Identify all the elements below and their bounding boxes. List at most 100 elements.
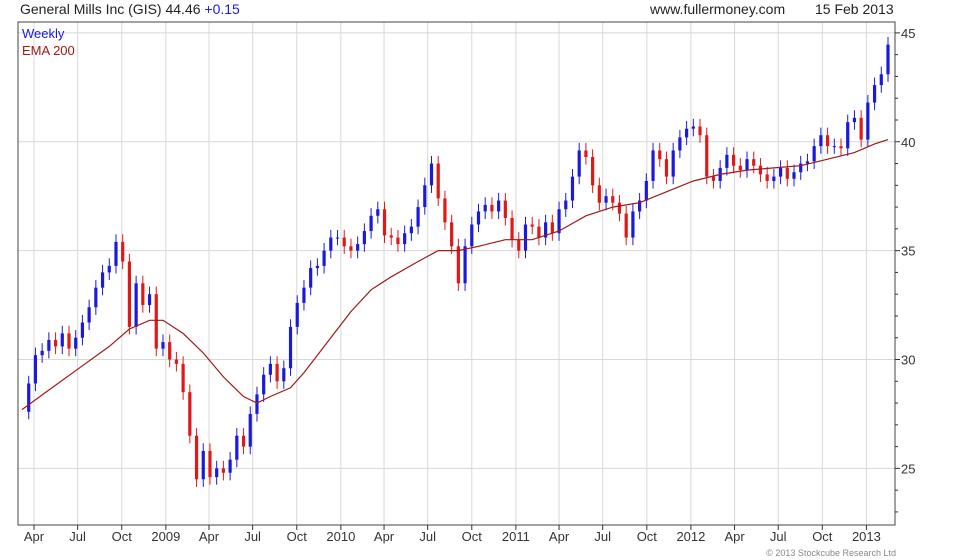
candle-body [550, 222, 554, 234]
candle-body [678, 137, 682, 151]
candle-body [456, 246, 460, 284]
candle-body [765, 174, 769, 181]
candle-body [335, 237, 340, 239]
candle-body [812, 146, 816, 162]
y-axis-ticks: 25 30 35 40 45 [895, 26, 915, 513]
candle-body [564, 200, 568, 210]
candle-body [725, 154, 729, 168]
ema-200-path [21, 139, 889, 411]
candle-body [342, 237, 346, 247]
candle-body [557, 209, 561, 234]
candle-body [570, 176, 575, 201]
x-axis-ticks: Apr Jul Oct 2009 Apr Jul Oct 2010 Apr Jul Oct 2011 A… [24, 525, 881, 544]
candle-body [215, 468, 219, 478]
candle-body [537, 226, 541, 238]
candle-body [651, 150, 655, 181]
x-tick-label: 2013 [852, 529, 881, 544]
x-tick-label: Oct [287, 529, 308, 544]
candle-body [409, 226, 413, 234]
candle-body [268, 363, 272, 375]
candle-body [53, 339, 58, 347]
candle-body [752, 159, 756, 166]
candle-body [778, 167, 783, 177]
candle-body [852, 117, 857, 123]
candle-body [503, 200, 507, 218]
candle-body [141, 283, 145, 306]
candle-body [463, 246, 467, 284]
candle-body [241, 435, 246, 447]
candle-body [866, 102, 870, 140]
candle-body [100, 272, 105, 288]
candle-body [235, 435, 239, 460]
candle-body [832, 146, 836, 148]
candle-body [523, 224, 528, 251]
x-tick-label: Apr [374, 529, 395, 544]
candle-body [188, 392, 192, 436]
legend-ema: EMA 200 [22, 43, 75, 58]
x-tick-label: 2012 [676, 529, 705, 544]
candle-body [611, 196, 615, 203]
candle-body [228, 459, 232, 473]
candle-body [624, 213, 628, 238]
candle-body [27, 383, 31, 412]
candle-body [47, 339, 51, 351]
candle-body [517, 239, 521, 251]
x-tick-label: Oct [112, 529, 133, 544]
price-candles [27, 37, 890, 487]
candle-body [262, 374, 266, 395]
candle-body [705, 135, 709, 177]
candle-body [127, 261, 132, 327]
y-tick-label: 40 [901, 135, 915, 150]
candle-body [450, 222, 454, 247]
candle-body [644, 180, 648, 201]
candle-body [369, 215, 373, 232]
copyright-notice: © 2013 Stockcube Research Ltd [766, 548, 896, 558]
candle-body [711, 176, 716, 181]
x-tick-label: Oct [462, 529, 483, 544]
y-tick-label: 25 [901, 461, 915, 476]
candle-body [208, 450, 212, 478]
candle-body [490, 204, 494, 212]
candle-body [658, 150, 662, 160]
candle-body [758, 165, 763, 175]
x-tick-label: Oct [637, 529, 658, 544]
candle-body [376, 209, 380, 216]
candle-body [194, 435, 199, 480]
candle-body [497, 200, 501, 212]
candle-body [443, 198, 447, 223]
candle-body [161, 342, 165, 349]
chart-title: General Mills Inc (GIS) 44.46 +0.15 [20, 1, 240, 17]
candle-body [275, 363, 279, 382]
grid-lines [18, 22, 895, 525]
candle-body [147, 294, 152, 306]
title-text: General Mills Inc (GIS) 44.46 [20, 1, 201, 17]
candle-body [309, 268, 313, 288]
candle-body [792, 172, 796, 179]
x-tick-label: Apr [199, 529, 220, 544]
ema-200-line [21, 139, 889, 411]
candle-body [617, 202, 622, 214]
y-tick-label: 35 [901, 244, 915, 259]
x-tick-label: Jul [594, 529, 611, 544]
candle-body [349, 246, 353, 251]
x-tick-label: Jul [69, 529, 86, 544]
candle-body [107, 265, 111, 273]
chart-date: 15 Feb 2013 [815, 1, 894, 17]
x-tick-label: 2010 [326, 529, 355, 544]
candle-body [121, 241, 125, 262]
candle-body [470, 224, 474, 247]
candle-body [591, 157, 595, 186]
candle-body [691, 126, 695, 129]
candle-body [886, 44, 890, 75]
candle-body [597, 185, 601, 203]
candle-body [40, 350, 44, 356]
candle-body [731, 154, 736, 166]
stock-chart: 2530354045 Apr Jul Oct 2009 Apr Jul Oct 2010 Apr… [17, 21, 915, 544]
candle-body [288, 326, 293, 369]
candle-body [584, 150, 588, 158]
candle-body [329, 237, 333, 251]
candle-body [530, 224, 534, 227]
candle-body [825, 135, 830, 147]
x-tick-label: 2011 [502, 529, 530, 544]
candle-body [772, 176, 776, 181]
